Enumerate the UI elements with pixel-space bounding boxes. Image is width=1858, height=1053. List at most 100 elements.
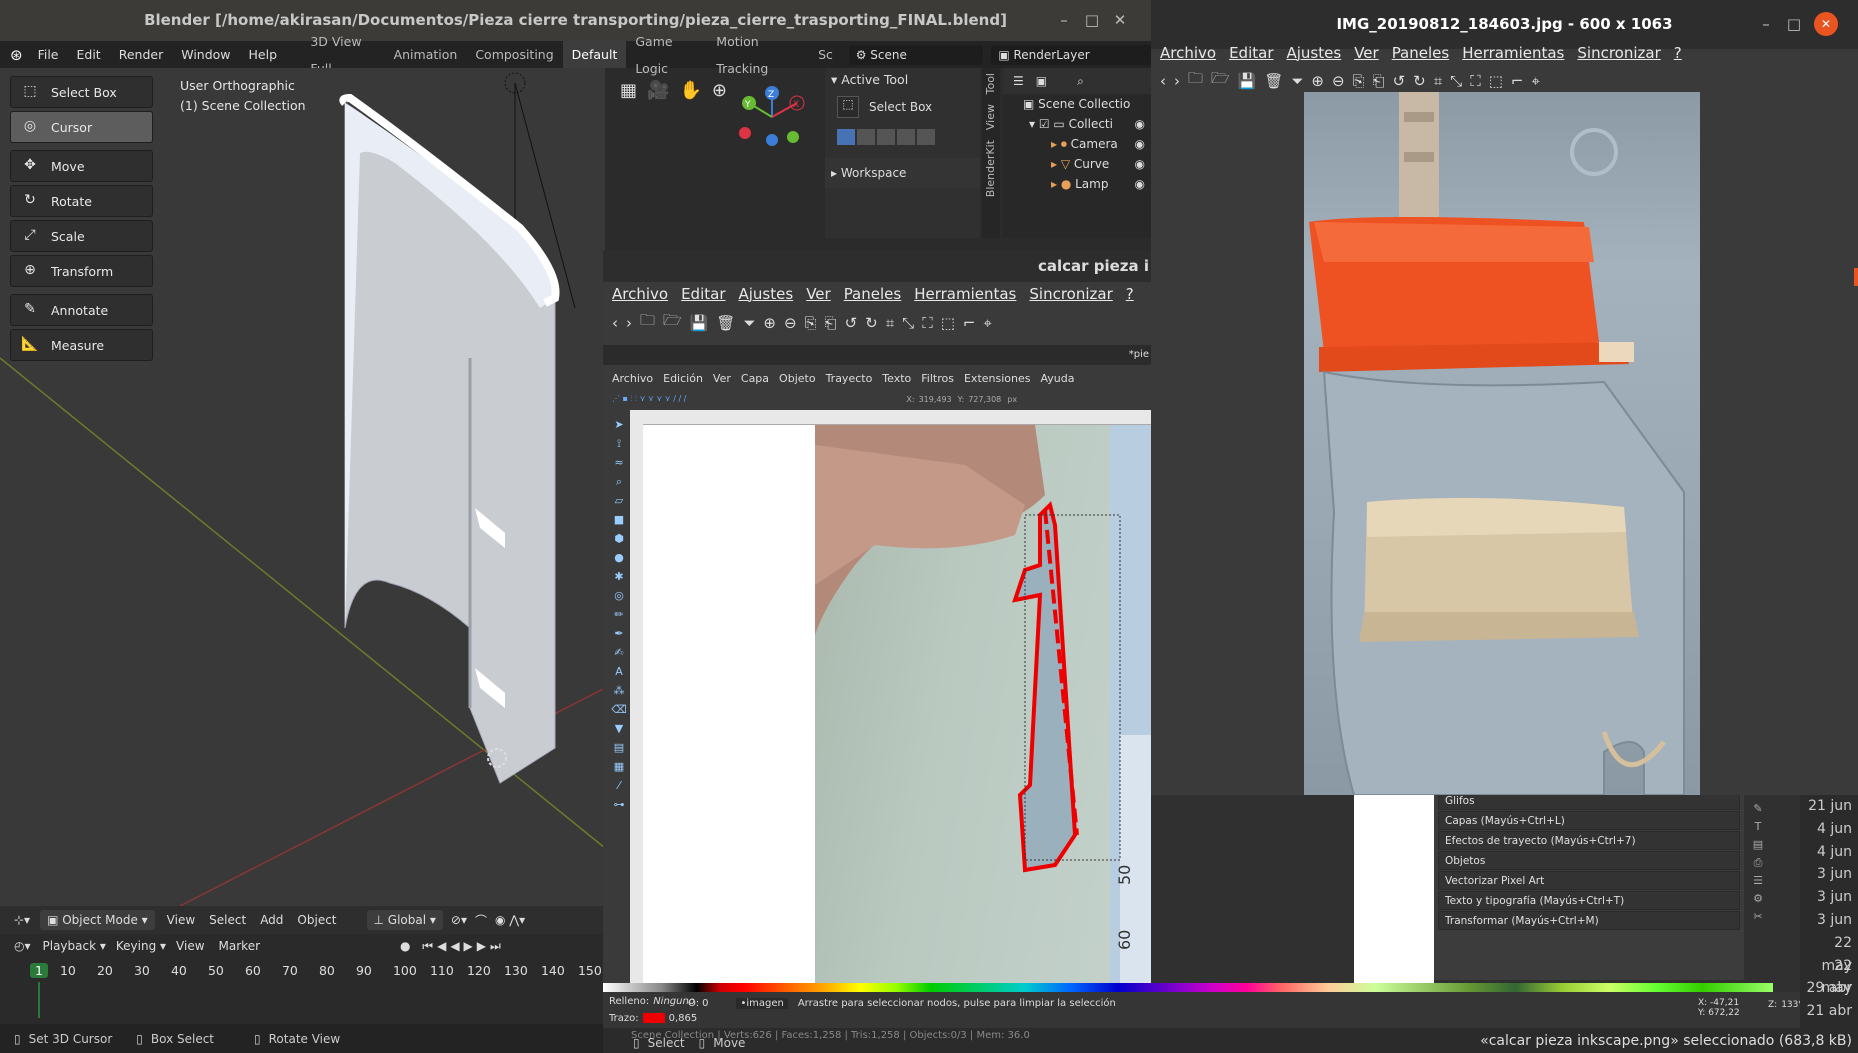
outliner-collection[interactable]: ▾ ☑ ▭ Collecti ◉: [1003, 114, 1151, 134]
paste-icon[interactable]: ⎗: [825, 314, 837, 332]
copy-icon[interactable]: ⎘: [1353, 72, 1365, 90]
ruler-icon[interactable]: ⌐: [963, 314, 976, 332]
minimize-icon[interactable]: –: [1050, 0, 1078, 41]
menu-playback[interactable]: Playback ▾: [43, 939, 106, 953]
document-icon[interactable]: ▤: [1750, 836, 1766, 854]
ink-menu-texto[interactable]: Texto: [882, 372, 911, 385]
eraser-tool-icon[interactable]: ⌫: [608, 700, 630, 719]
menu-select[interactable]: Select: [209, 913, 246, 927]
menu-marker[interactable]: Marker: [219, 939, 260, 953]
zoom-out-icon[interactable]: ⊖: [784, 314, 797, 332]
dialog-capas[interactable]: Capas (Mayús+Ctrl+L): [1438, 811, 1740, 830]
location-icon[interactable]: ⌖: [1531, 72, 1539, 90]
menu-timeline-view[interactable]: View: [176, 939, 204, 953]
mode-subtract-icon[interactable]: [877, 129, 895, 145]
tab-tool[interactable]: Tool: [982, 68, 999, 99]
text-tool-icon[interactable]: A: [608, 662, 630, 681]
tab-compositing[interactable]: Compositing: [466, 41, 562, 68]
menu-herramientas[interactable]: Herramientas: [1462, 44, 1564, 62]
display-mode-icon[interactable]: ☰: [1013, 74, 1024, 88]
menu-file[interactable]: File: [29, 41, 68, 68]
current-frame[interactable]: 1: [30, 962, 48, 978]
spray-tool-icon[interactable]: ⁂: [608, 681, 630, 700]
pen-icon[interactable]: ✎: [1750, 800, 1766, 818]
menu-sincronizar[interactable]: Sincronizar: [1577, 44, 1660, 62]
node-tool-icon[interactable]: ⟟: [608, 434, 630, 453]
dialog-efectos-trayecto[interactable]: Efectos de trayecto (Mayús+Ctrl+7): [1438, 831, 1740, 850]
opacity-input[interactable]: 0: [702, 998, 708, 1009]
close-icon[interactable]: ✕: [1106, 0, 1134, 41]
star-tool-icon[interactable]: ✱: [608, 567, 630, 586]
fit-icon[interactable]: ⬚: [1489, 72, 1503, 90]
menu-paneles[interactable]: Paneles: [1392, 44, 1450, 62]
outliner-scene-collection[interactable]: ▣ Scene Collectio: [1003, 94, 1151, 114]
blender-logo-icon[interactable]: ⊛: [0, 46, 29, 64]
3dbox-tool-icon[interactable]: ⬢: [608, 529, 630, 548]
dialog-texto[interactable]: Texto y tipografía (Mayús+Ctrl+T): [1438, 891, 1740, 910]
rotate-left-icon[interactable]: ↺: [845, 314, 858, 332]
selector-tool-icon[interactable]: ➤: [608, 415, 630, 434]
workspace-header[interactable]: ▸ Workspace: [825, 158, 980, 188]
menu-paneles[interactable]: Paneles: [844, 285, 902, 303]
dropper-tool-icon[interactable]: ⁄: [608, 776, 630, 795]
filter-icon[interactable]: ⏷: [1291, 72, 1303, 90]
mode-set-icon[interactable]: [837, 129, 855, 145]
menu-edit[interactable]: Edit: [68, 41, 110, 68]
ink-menu-trayecto[interactable]: Trayecto: [826, 372, 873, 385]
x-input[interactable]: 319,493: [919, 395, 952, 404]
editor-type-icon[interactable]: ⊹▾: [14, 913, 30, 927]
filter-icon[interactable]: ⏷: [743, 314, 755, 332]
fullscreen-icon[interactable]: ⛶: [1470, 72, 1481, 90]
rect-tool-icon[interactable]: ■: [608, 510, 630, 529]
mode-selector[interactable]: ▣ Object Mode ▾: [40, 910, 155, 930]
pivot-icon[interactable]: ⊘▾: [451, 913, 467, 927]
ruler-icon[interactable]: ⌐: [1511, 72, 1524, 90]
menu-herramientas[interactable]: Herramientas: [914, 285, 1016, 303]
back-icon[interactable]: ‹: [1160, 72, 1166, 90]
tab-blenderkit[interactable]: BlenderKit: [982, 135, 999, 202]
menu-window[interactable]: Window: [172, 41, 239, 68]
maximize-icon[interactable]: □: [1078, 0, 1106, 41]
zoom-in-icon[interactable]: ⊕: [1311, 72, 1324, 90]
menu-add[interactable]: Add: [260, 913, 283, 927]
menu-archivo[interactable]: Archivo: [1160, 44, 1216, 62]
render-layer-selector[interactable]: ▣ RenderLayer: [991, 44, 1151, 65]
rotate-right-icon[interactable]: ↻: [1413, 72, 1426, 90]
menu-help[interactable]: ?: [1674, 44, 1682, 62]
playhead[interactable]: [38, 982, 40, 1018]
node-tools-icon[interactable]: ⋰ ▪ ⫶ ⫶ ⋎ ⋎ ⋎ ⋎ ∕ ∕ ∕: [612, 394, 686, 404]
print-icon[interactable]: ⎙: [1750, 854, 1766, 872]
mode-extend-icon[interactable]: [857, 129, 875, 145]
viewer2-title-bar[interactable]: calcar pieza i: [603, 250, 1151, 282]
eye-icon[interactable]: ◉: [1135, 177, 1145, 191]
dialog-vectorizar[interactable]: Vectorizar Pixel Art: [1438, 871, 1740, 890]
rotate-left-icon[interactable]: ↺: [1393, 72, 1406, 90]
menu-sincronizar[interactable]: Sincronizar: [1029, 285, 1112, 303]
ink-menu-archivo[interactable]: Archivo: [612, 372, 653, 385]
ellipse-tool-icon[interactable]: ●: [608, 548, 630, 567]
dialog-transformar[interactable]: Transformar (Mayús+Ctrl+M): [1438, 911, 1740, 930]
menu-ajustes[interactable]: Ajustes: [739, 285, 794, 303]
rotate-right-icon[interactable]: ↻: [865, 314, 878, 332]
tools-icon[interactable]: ✂: [1750, 908, 1766, 926]
list-icon[interactable]: ☰: [1750, 872, 1766, 890]
menu-editar[interactable]: Editar: [681, 285, 725, 303]
unit-select[interactable]: px: [1007, 395, 1017, 404]
close-icon[interactable]: ✕: [1814, 12, 1838, 36]
tab-default[interactable]: Default: [562, 41, 627, 68]
frame-ruler[interactable]: 1 10 20 30 40 50 60 70 80 90 100 110 120…: [0, 958, 605, 982]
tool-transform[interactable]: ⊕ Transform: [10, 255, 153, 287]
proportional-edit-icon[interactable]: ◉ ⋀▾: [495, 913, 525, 927]
ink-menu-edicion[interactable]: Edición: [663, 372, 703, 385]
menu-ver[interactable]: Ver: [806, 285, 831, 303]
filter-icon[interactable]: ▣: [1036, 74, 1047, 88]
tool-annotate[interactable]: ✎ Annotate: [10, 294, 153, 326]
menu-help[interactable]: ?: [1126, 285, 1134, 303]
measure-tool-icon[interactable]: ▱: [608, 491, 630, 510]
resize-icon[interactable]: ⤡: [1450, 72, 1462, 90]
scene-selector[interactable]: ⚙ Scene: [848, 44, 983, 65]
crop-icon[interactable]: ⌗: [886, 314, 894, 332]
tool-scale[interactable]: ⤢ Scale: [10, 220, 153, 252]
zoom-tool-icon[interactable]: ⌕: [608, 472, 630, 491]
eye-icon[interactable]: ◉: [1135, 157, 1145, 171]
